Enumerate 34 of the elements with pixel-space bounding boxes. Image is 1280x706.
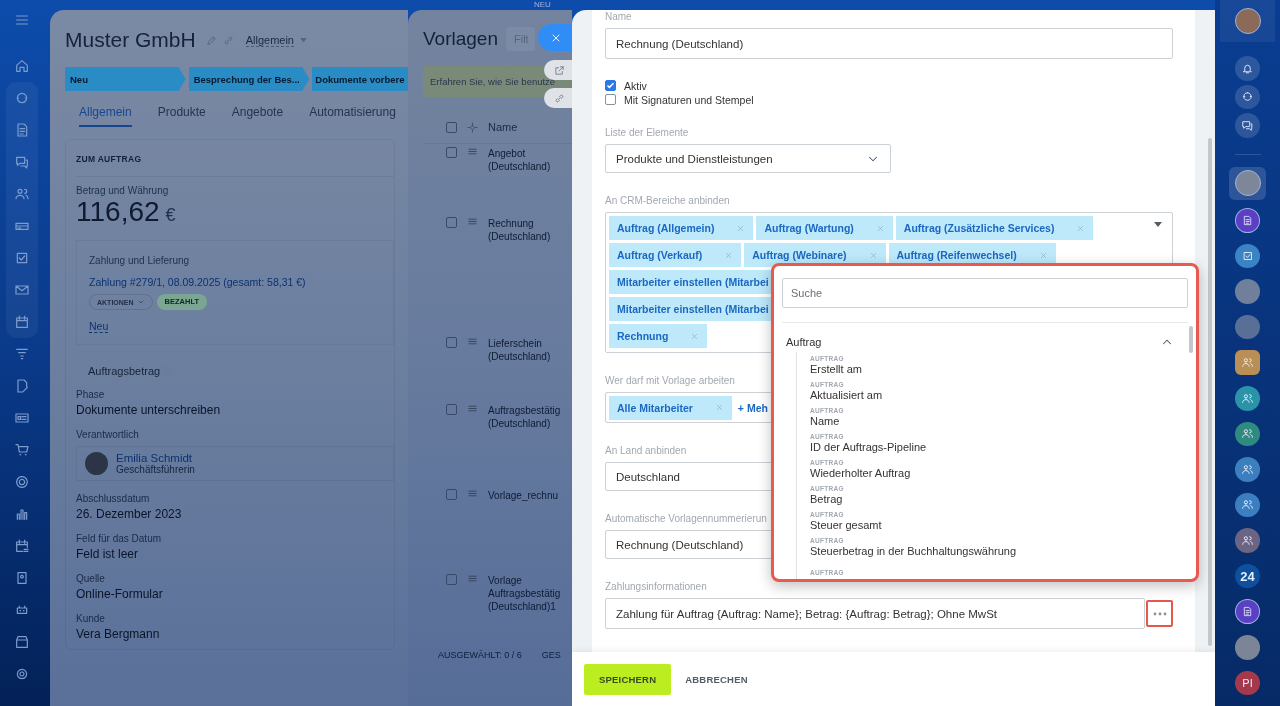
- field-label: Quelle: [76, 573, 105, 584]
- field-value: Vera Bergmann: [76, 627, 160, 641]
- field-label: Kunde: [76, 613, 105, 624]
- field-label: An Land anbinden: [605, 445, 687, 457]
- field-label: Abschlussdatum: [76, 493, 150, 504]
- field-label: Zahlungsinformationen: [605, 581, 707, 593]
- amount: 116,62: [76, 196, 160, 228]
- person-name: Emilia Schmidt: [116, 452, 194, 464]
- field-value: 26. Dezember 2023: [76, 507, 182, 521]
- field-value: Dokumente unterschreiben: [76, 403, 221, 417]
- field-label: Feld für das Datum: [76, 533, 162, 544]
- field-label: An CRM-Bereiche anbinden: [605, 195, 730, 207]
- section-title: ZUM AUFTRAG: [76, 140, 394, 177]
- selected-count: AUSGEWÄHLT: 0 / 6: [438, 650, 522, 660]
- field-label: Phase: [76, 389, 105, 400]
- checkbox-label: Mit Signaturen und Stempel: [624, 93, 754, 106]
- field-label: Betrag und Währung: [76, 185, 169, 196]
- field-label: Zahlung und Lieferung: [89, 255, 190, 266]
- deal-title: Muster GmbH: [65, 28, 196, 52]
- field-label: Wer darf mit Vorlage arbeiten: [605, 375, 735, 387]
- field-value: Online-Formular: [76, 587, 163, 601]
- panel-title: Vorlagen: [423, 28, 498, 50]
- column-header: Name: [488, 121, 518, 133]
- person-role: Geschäftsführerin: [116, 464, 195, 475]
- field-label: Name: [605, 11, 632, 23]
- field-value: Feld ist leer: [76, 547, 139, 561]
- field-label: Verantwortlich: [76, 429, 139, 440]
- new-label: NEU: [534, 0, 551, 9]
- total-count: GES: [541, 650, 561, 660]
- checkbox-label: Aktiv: [624, 79, 647, 92]
- field-label: Automatische Vorlagennummerierun: [605, 513, 767, 525]
- field-label: Liste der Elemente: [605, 127, 689, 139]
- currency: €: [165, 205, 176, 226]
- field-label: Auftragsbetrag: [88, 365, 161, 377]
